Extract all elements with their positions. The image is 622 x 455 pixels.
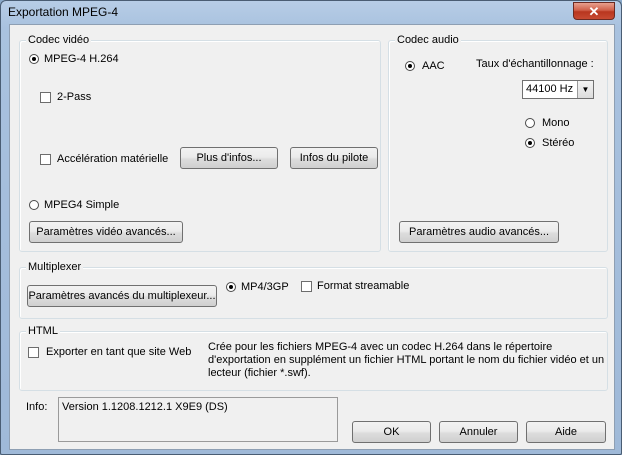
html-description: Crée pour les fichiers MPEG-4 avec un co… xyxy=(208,341,605,379)
mono-radio[interactable] xyxy=(525,118,535,128)
cancel-button[interactable]: Annuler xyxy=(439,421,518,443)
export-website-checkbox[interactable] xyxy=(28,347,39,358)
close-button[interactable]: ✕ xyxy=(573,2,615,20)
hwaccel-label[interactable]: Accélération matérielle xyxy=(57,153,168,165)
mp4-3gp-label[interactable]: MP4/3GP xyxy=(241,281,289,293)
samplerate-label: Taux d'échantillonnage : xyxy=(476,58,594,70)
mono-label[interactable]: Mono xyxy=(542,117,570,129)
audio-codec-group: Codec audio AAC Taux d'échantillonnage :… xyxy=(388,34,608,252)
title-bar[interactable]: Exportation MPEG-4 ✕ xyxy=(1,1,621,23)
hwaccel-checkbox[interactable] xyxy=(40,154,51,165)
h264-radio[interactable] xyxy=(29,54,39,64)
stereo-label[interactable]: Stéréo xyxy=(542,137,574,149)
h264-label[interactable]: MPEG-4 H.264 xyxy=(44,53,119,65)
aac-radio[interactable] xyxy=(405,61,415,71)
mux-advanced-button[interactable]: Paramètres avancés du multiplexeur... xyxy=(27,285,217,307)
multiplexer-group: Multiplexer Paramètres avancés du multip… xyxy=(19,261,608,319)
audio-codec-group-label: Codec audio xyxy=(395,34,461,47)
help-button[interactable]: Aide xyxy=(526,421,606,443)
mp4-3gp-radio[interactable] xyxy=(226,282,236,292)
samplerate-value: 44100 Hz xyxy=(526,83,574,95)
html-group-label: HTML xyxy=(26,325,60,338)
window-title: Exportation MPEG-4 xyxy=(8,5,119,19)
export-dialog-window: Exportation MPEG-4 ✕ Codec vidéo MPEG-4 … xyxy=(0,0,622,455)
twopass-label[interactable]: 2-Pass xyxy=(57,91,91,103)
video-codec-group-label: Codec vidéo xyxy=(26,34,92,47)
info-box: Version 1.1208.1212.1 X9E9 (DS) xyxy=(58,397,338,442)
aac-label[interactable]: AAC xyxy=(422,60,445,72)
streamable-checkbox[interactable] xyxy=(301,281,312,292)
streamable-label[interactable]: Format streamable xyxy=(317,280,409,292)
driver-info-button[interactable]: Infos du pilote xyxy=(290,147,378,169)
audio-advanced-button[interactable]: Paramètres audio avancés... xyxy=(399,221,559,243)
video-advanced-button[interactable]: Paramètres vidéo avancés... xyxy=(29,221,183,243)
info-text: Version 1.1208.1212.1 X9E9 (DS) xyxy=(62,401,228,413)
mpeg4-simple-label[interactable]: MPEG4 Simple xyxy=(44,199,119,211)
stereo-radio[interactable] xyxy=(525,138,535,148)
more-info-button[interactable]: Plus d'infos... xyxy=(180,147,278,169)
mpeg4-simple-radio[interactable] xyxy=(29,200,39,210)
export-website-label[interactable]: Exporter en tant que site Web xyxy=(46,346,191,358)
video-codec-group: Codec vidéo MPEG-4 H.264 2-Pass Accéléra… xyxy=(19,34,381,252)
chevron-down-icon[interactable]: ▼ xyxy=(577,81,593,98)
twopass-checkbox[interactable] xyxy=(40,92,51,103)
multiplexer-group-label: Multiplexer xyxy=(26,261,84,274)
close-icon: ✕ xyxy=(588,4,600,19)
samplerate-select[interactable]: 44100 Hz ▼ xyxy=(522,80,594,99)
info-label: Info: xyxy=(26,401,48,413)
ok-button[interactable]: OK xyxy=(352,421,431,443)
dialog-client-area: Codec vidéo MPEG-4 H.264 2-Pass Accéléra… xyxy=(9,24,615,450)
